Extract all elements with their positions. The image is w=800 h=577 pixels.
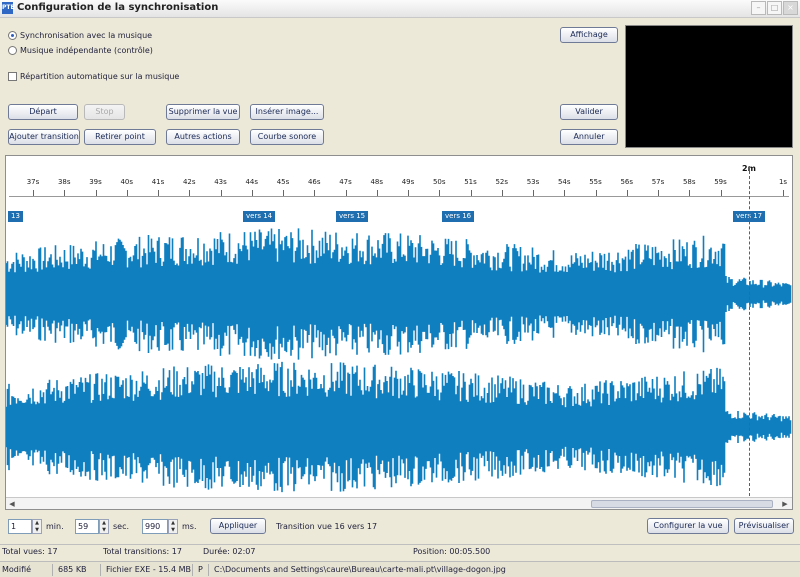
depart-button[interactable]: Départ xyxy=(8,104,78,120)
p-indicator: P xyxy=(198,565,203,574)
status-position: Position: 00:05.500 xyxy=(413,547,491,556)
tick-label: 37s xyxy=(26,178,40,186)
separator xyxy=(52,564,53,576)
minutes-unit: min. xyxy=(46,522,64,531)
playback-cursor[interactable] xyxy=(749,166,750,496)
ruler-baseline xyxy=(9,196,789,197)
radio-selected-icon[interactable] xyxy=(8,31,17,40)
seconds-stepper-icon[interactable]: ▲ ▼ xyxy=(99,519,109,534)
tick-label: 41s xyxy=(151,178,165,186)
separator xyxy=(208,564,209,576)
file-type: Fichier EXE - 15.4 MB xyxy=(106,565,191,574)
seconds-unit: sec. xyxy=(113,522,130,531)
app-icon: PTE xyxy=(2,2,15,14)
tick-label: 56s xyxy=(620,178,634,186)
milliseconds-unit: ms. xyxy=(182,522,197,531)
status-duree: Durée: 02:07 xyxy=(203,547,256,556)
seconds-input[interactable]: 59 xyxy=(75,519,99,534)
window-title: Configuration de la synchronisation xyxy=(17,2,219,13)
tick-label: 46s xyxy=(307,178,321,186)
close-button[interactable]: × xyxy=(783,1,798,15)
tick-label: 49s xyxy=(401,178,415,186)
status-total-vues: Total vues: 17 xyxy=(2,547,58,556)
valider-button[interactable]: Valider xyxy=(560,104,618,120)
minimize-button[interactable]: – xyxy=(751,1,766,15)
file-size: 685 KB xyxy=(58,565,87,574)
tick-label: 57s xyxy=(651,178,665,186)
annuler-button[interactable]: Annuler xyxy=(560,129,618,145)
preview-area xyxy=(625,25,793,148)
tick-label: 53s xyxy=(526,178,540,186)
tick-label: 39s xyxy=(89,178,102,186)
radio-independent-music[interactable]: Musique indépendante (contrôle) xyxy=(8,46,153,55)
tick-label: 55s xyxy=(589,178,602,186)
radio-independent-music-label: Musique indépendante (contrôle) xyxy=(20,46,153,55)
radio-unselected-icon[interactable] xyxy=(8,46,17,55)
previsualiser-button[interactable]: Prévisualiser xyxy=(734,518,794,534)
configurer-vue-button[interactable]: Configurer la vue xyxy=(647,518,729,534)
title-bar: PTE Configuration de la synchronisation … xyxy=(0,0,800,18)
radio-sync-music[interactable]: Synchronisation avec la musique xyxy=(8,31,152,40)
milliseconds-input[interactable]: 990 xyxy=(142,519,168,534)
tick-label: 51s xyxy=(464,178,477,186)
status-total-transitions: Total transitions: 17 xyxy=(103,547,182,556)
minutes-input[interactable]: 1 xyxy=(8,519,32,534)
app-status-strip: Modifié 685 KB Fichier EXE - 15.4 MB P C… xyxy=(0,561,800,577)
courbe-sonore-button[interactable]: Courbe sonore xyxy=(250,129,324,145)
inserer-image-button[interactable]: Insérer image... xyxy=(250,104,324,120)
file-path: C:\Documents and Settings\caure\Bureau\c… xyxy=(214,565,506,574)
autres-actions-button[interactable]: Autres actions xyxy=(166,129,240,145)
maximize-button[interactable]: □ xyxy=(767,1,782,15)
tick-label: 40s xyxy=(120,178,134,186)
stop-button[interactable]: Stop xyxy=(84,104,125,120)
appliquer-button[interactable]: Appliquer xyxy=(210,518,266,534)
tick-label: 47s xyxy=(339,178,352,186)
supprimer-vue-button[interactable]: Supprimer la vue xyxy=(166,104,240,120)
timeline-scrollbar[interactable]: ◀ ▶ xyxy=(6,497,792,509)
tick-label: 38s xyxy=(57,178,71,186)
transition-marker[interactable]: vers 15 xyxy=(336,211,369,222)
affichage-button[interactable]: Affichage xyxy=(560,27,618,43)
transition-marker[interactable]: vers 16 xyxy=(442,211,475,222)
checkbox-box[interactable] xyxy=(8,72,17,81)
timeline-ruler[interactable]: 37s 38s 39s 40s 41s 42s 43s 44s 45s 46s 47s 48s 49s 5… xyxy=(6,156,792,204)
checkbox-auto-distribution-label: Répartition automatique sur la musique xyxy=(20,72,180,81)
tick-label: 44s xyxy=(245,178,259,186)
ajouter-transition-button[interactable]: Ajouter transition xyxy=(8,129,80,145)
status-bar: Total vues: 17 Total transitions: 17 Dur… xyxy=(0,544,800,558)
tick-label: 52s xyxy=(495,178,509,186)
tick-label: 48s xyxy=(370,178,384,186)
milliseconds-stepper-icon[interactable]: ▲ ▼ xyxy=(168,519,178,534)
tick-label: 59s xyxy=(714,178,727,186)
tick-label: 43s xyxy=(214,178,227,186)
tick-label: 58s xyxy=(682,178,696,186)
transition-info: Transition vue 16 vers 17 xyxy=(276,522,378,531)
tick-label: 1s xyxy=(778,178,788,186)
scroll-right-icon[interactable]: ▶ xyxy=(780,499,790,509)
tick-label: 45s xyxy=(276,178,290,186)
waveform-channel xyxy=(6,228,792,360)
transition-marker[interactable]: vers 14 xyxy=(243,211,276,222)
checkbox-auto-distribution[interactable]: Répartition automatique sur la musique xyxy=(8,72,179,81)
minutes-stepper-icon[interactable]: ▲ ▼ xyxy=(32,519,42,534)
retirer-point-button[interactable]: Retirer point xyxy=(84,129,156,145)
transition-marker[interactable]: 13 xyxy=(8,211,23,222)
radio-sync-music-label: Synchronisation avec la musique xyxy=(20,31,153,40)
waveform-panel[interactable]: 37s 38s 39s 40s 41s 42s 43s 44s 45s 46s 47s 48s 49s 5… xyxy=(5,155,793,510)
waveform-channel xyxy=(6,361,792,493)
separator xyxy=(192,564,193,576)
tick-label: 42s xyxy=(182,178,196,186)
separator xyxy=(100,564,101,576)
modified-label: Modifié xyxy=(2,565,32,574)
audio-waveform[interactable] xyxy=(6,222,792,496)
tick-label: 54s xyxy=(557,178,571,186)
scroll-thumb[interactable] xyxy=(591,500,773,508)
tick-label: 50s xyxy=(432,178,446,186)
scroll-left-icon[interactable]: ◀ xyxy=(7,499,17,509)
